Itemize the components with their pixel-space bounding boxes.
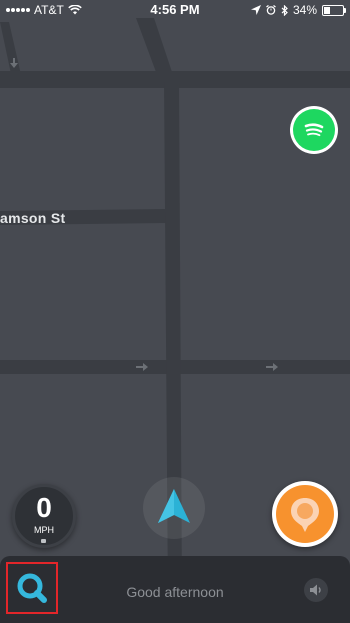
street-label: amson St: [0, 210, 66, 226]
speed-indicator: [41, 539, 46, 543]
bluetooth-icon: [281, 4, 288, 16]
report-pin-icon: [291, 498, 319, 532]
speedometer: 0 MPH: [12, 484, 76, 548]
report-button-inner: [276, 485, 334, 543]
battery-icon: [322, 4, 346, 16]
speaker-icon: [310, 584, 321, 596]
status-right: 34%: [250, 3, 346, 17]
location-arrow-icon: [250, 5, 261, 15]
spotify-icon: [304, 123, 324, 137]
battery-fill: [324, 6, 330, 14]
report-button[interactable]: [272, 481, 338, 547]
bottom-bar: Good afternoon: [0, 556, 350, 623]
greeting-text: Good afternoon: [126, 584, 224, 600]
search-highlight-box: [6, 562, 58, 614]
speed-unit: MPH: [34, 525, 54, 535]
sound-button[interactable]: [304, 578, 328, 602]
alarm-icon: [266, 5, 276, 15]
navigation-arrow-icon[interactable]: [155, 487, 193, 527]
spotify-button[interactable]: [293, 109, 335, 151]
battery-percent: 34%: [292, 3, 317, 17]
status-bar: AT&T 4:56 PM 34%: [0, 0, 350, 20]
speed-value: 0: [36, 492, 52, 523]
